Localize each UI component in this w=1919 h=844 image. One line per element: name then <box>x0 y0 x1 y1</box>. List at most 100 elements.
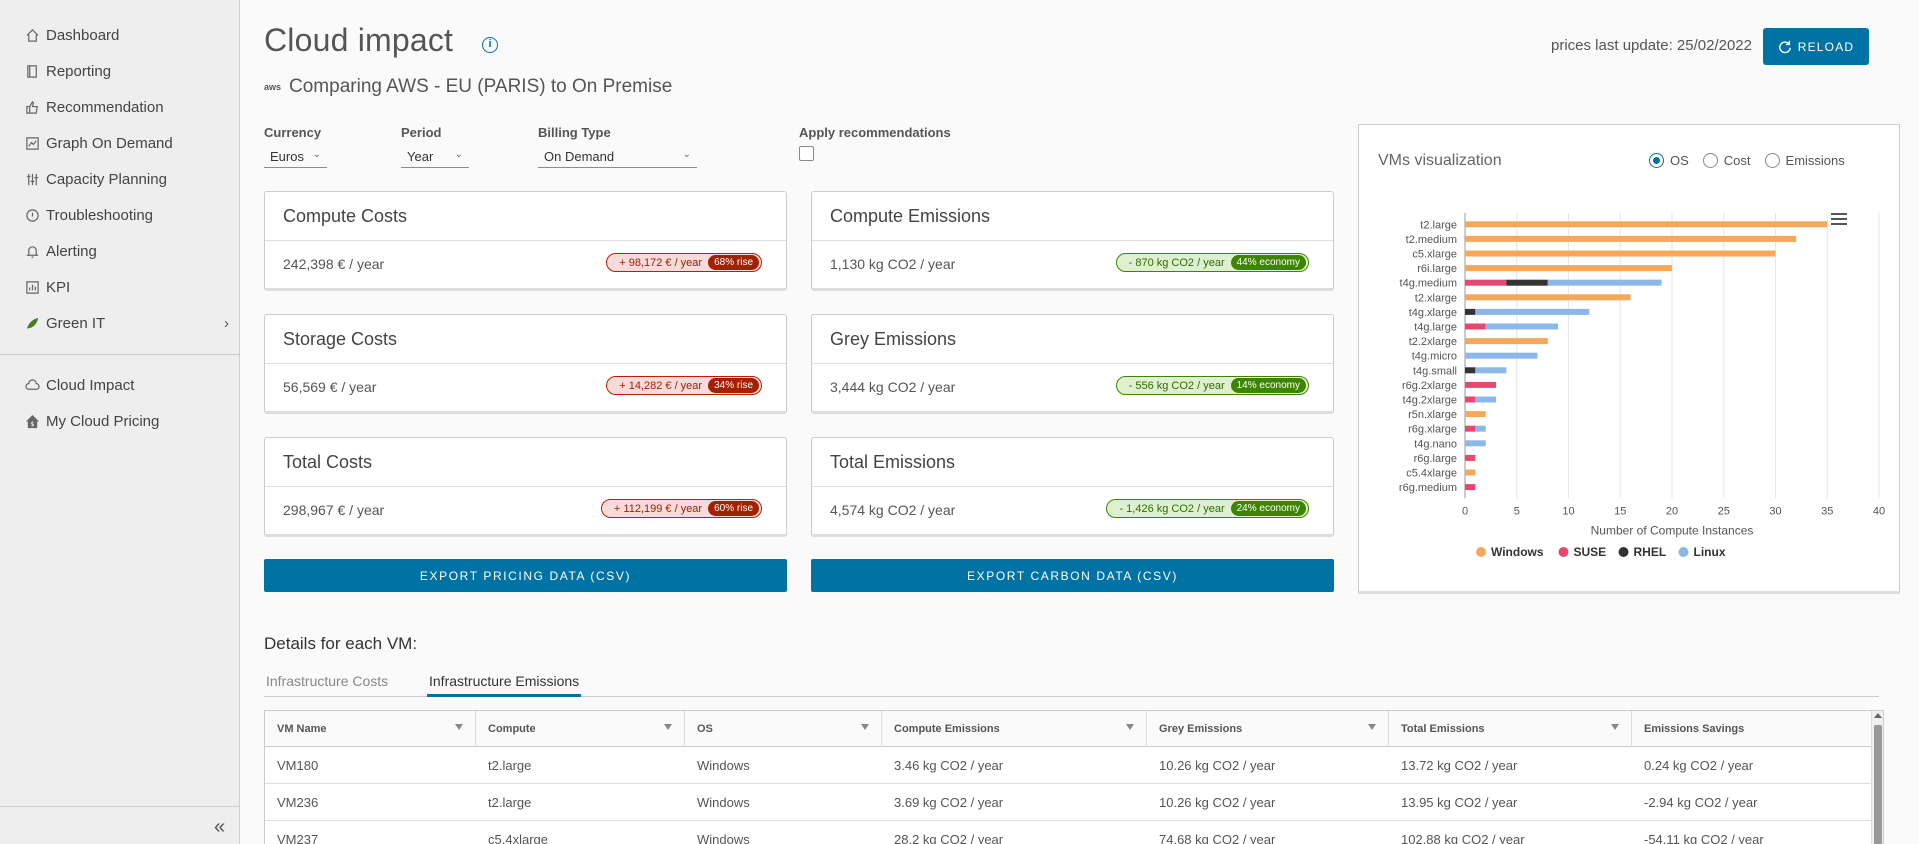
reload-label: RELOAD <box>1797 39 1855 54</box>
sidebar-item-label: Graph On Demand <box>46 134 173 152</box>
info-icon[interactable]: i <box>482 37 498 53</box>
y-tick-label: t4g.nano <box>1414 438 1457 450</box>
scrollbar-thumb[interactable] <box>1874 725 1882 844</box>
warning-circle-icon <box>24 207 40 223</box>
details-tabs: Infrastructure Costs Infrastructure Emis… <box>264 668 1879 697</box>
sidebar-item-label: Green IT <box>46 314 106 332</box>
column-header-grey-emissions[interactable]: Grey Emissions <box>1147 711 1389 747</box>
y-tick-label: r6g.medium <box>1399 482 1457 494</box>
book-icon <box>24 63 40 79</box>
export-carbon-button[interactable]: EXPORT CARBON DATA (CSV) <box>811 559 1334 592</box>
cell-grey-emissions: 74.68 kg CO2 / year <box>1159 832 1276 844</box>
y-tick-label: r6g.2xlarge <box>1402 380 1457 392</box>
bar-segment <box>1475 367 1507 374</box>
sidebar-item-capacity-planning[interactable]: Capacity Planning <box>24 167 229 191</box>
table-row[interactable]: VM180 t2.large Windows 3.46 kg CO2 / yea… <box>265 747 1883 784</box>
currency-select[interactable]: Euros ⌄ <box>264 146 327 168</box>
column-header-vm-name[interactable]: VM Name <box>265 711 476 747</box>
bar-segment <box>1465 367 1476 374</box>
filter-icon[interactable] <box>1126 724 1134 730</box>
column-header-label: Compute <box>488 723 536 735</box>
sidebar-item-reporting[interactable]: Reporting <box>24 59 229 83</box>
y-tick-label: c5.4xlarge <box>1406 468 1457 480</box>
x-tick-label: 20 <box>1666 505 1678 517</box>
column-header-compute-emissions[interactable]: Compute Emissions <box>882 711 1147 747</box>
delta-value: + 14,282 € / year <box>619 379 703 392</box>
y-tick-label: r6i.large <box>1417 263 1457 275</box>
tab-infrastructure-emissions[interactable]: Infrastructure Emissions <box>427 673 582 697</box>
sidebar-item-cloud-impact[interactable]: Cloud Impact <box>24 373 229 397</box>
card-divider <box>265 486 786 487</box>
filter-icon[interactable] <box>664 724 672 730</box>
card-title: Total Costs <box>283 452 373 472</box>
y-tick-label: r6g.xlarge <box>1408 424 1457 436</box>
scroll-up-icon[interactable] <box>1874 713 1882 718</box>
sidebar-item-label: Cloud Impact <box>46 376 135 394</box>
filter-icon[interactable] <box>1611 724 1619 730</box>
sidebar-divider <box>0 354 240 355</box>
page-title: Cloud impact <box>264 22 454 58</box>
y-tick-label: c5.xlarge <box>1412 249 1457 261</box>
home-icon <box>24 27 40 43</box>
cell-vm-name: VM237 <box>277 832 319 844</box>
filter-icon[interactable] <box>455 724 463 730</box>
tab-infrastructure-costs[interactable]: Infrastructure Costs <box>264 673 390 697</box>
cell-vm-name: VM180 <box>277 758 319 773</box>
cell-os: Windows <box>697 832 750 844</box>
bar-segment <box>1465 308 1476 315</box>
column-header-os[interactable]: OS <box>685 711 882 747</box>
reload-button[interactable]: RELOAD <box>1763 28 1869 65</box>
cell-grey-emissions: 10.26 kg CO2 / year <box>1159 795 1276 810</box>
bar-segment <box>1465 235 1797 242</box>
column-header-label: Total Emissions <box>1401 723 1485 735</box>
sidebar-item-green-it[interactable]: Green IT › <box>24 311 229 335</box>
kpi-icon <box>24 279 40 295</box>
sidebar-item-graph-on-demand[interactable]: Graph On Demand <box>24 131 229 155</box>
sliders-icon <box>24 171 40 187</box>
bar-segment <box>1465 381 1497 388</box>
currency-value: Euros <box>270 149 304 164</box>
sidebar-item-dashboard[interactable]: Dashboard <box>24 23 229 47</box>
bar-segment <box>1475 425 1486 432</box>
x-tick-label: 30 <box>1769 505 1781 517</box>
cell-emissions-savings: -54.11 kg CO2 / year <box>1644 832 1764 844</box>
billing-type-select[interactable]: On Demand ⌄ <box>538 146 697 168</box>
x-tick-label: 5 <box>1514 505 1520 517</box>
column-header-label: OS <box>697 723 713 735</box>
compute-costs-card: Compute Costs 242,398 € / year + 98,172 … <box>264 191 787 291</box>
filter-icon[interactable] <box>861 724 869 730</box>
column-header-total-emissions[interactable]: Total Emissions <box>1389 711 1632 747</box>
column-header-emissions-savings[interactable]: Emissions Savings <box>1632 711 1872 747</box>
period-label: Period <box>401 125 442 140</box>
total-emissions-card: Total Emissions 4,574 kg CO2 / year - 1,… <box>811 437 1334 537</box>
bar-segment <box>1465 279 1507 286</box>
sidebar-item-kpi[interactable]: KPI <box>24 275 229 299</box>
table-row[interactable]: VM236 t2.large Windows 3.69 kg CO2 / yea… <box>265 784 1883 821</box>
export-pricing-button[interactable]: EXPORT PRICING DATA (CSV) <box>264 559 787 592</box>
cell-os: Windows <box>697 795 750 810</box>
card-title: Storage Costs <box>283 329 398 349</box>
sidebar-item-my-cloud-pricing[interactable]: $ My Cloud Pricing <box>24 409 229 433</box>
bar-segment <box>1465 469 1476 476</box>
column-header-compute[interactable]: Compute <box>476 711 685 747</box>
sidebar-item-troubleshooting[interactable]: Troubleshooting <box>24 203 229 227</box>
table-scrollbar[interactable] <box>1871 711 1883 844</box>
table-row[interactable]: VM237 c5.4xlarge Windows 28.2 kg CO2 / y… <box>265 821 1883 844</box>
x-axis-label: Number of Compute Instances <box>1591 523 1754 537</box>
card-divider <box>812 486 1333 487</box>
bar-segment <box>1465 265 1672 272</box>
period-select[interactable]: Year ⌄ <box>401 146 469 168</box>
y-tick-label: r5n.xlarge <box>1408 409 1457 421</box>
sidebar-item-recommendation[interactable]: Recommendation <box>24 95 229 119</box>
chevron-down-icon: ⌄ <box>454 149 463 160</box>
y-tick-label: t4g.micro <box>1412 351 1457 363</box>
bar-segment <box>1465 396 1476 403</box>
delta-tag: 68% rise <box>708 255 759 270</box>
collapse-sidebar-icon[interactable]: « <box>214 816 225 839</box>
bar-segment <box>1475 396 1497 403</box>
sidebar-item-alerting[interactable]: Alerting <box>24 239 229 263</box>
details-title: Details for each VM: <box>264 634 418 653</box>
x-tick-label: 10 <box>1562 505 1574 517</box>
filter-icon[interactable] <box>1368 724 1376 730</box>
apply-recommendations-checkbox[interactable] <box>799 146 814 161</box>
